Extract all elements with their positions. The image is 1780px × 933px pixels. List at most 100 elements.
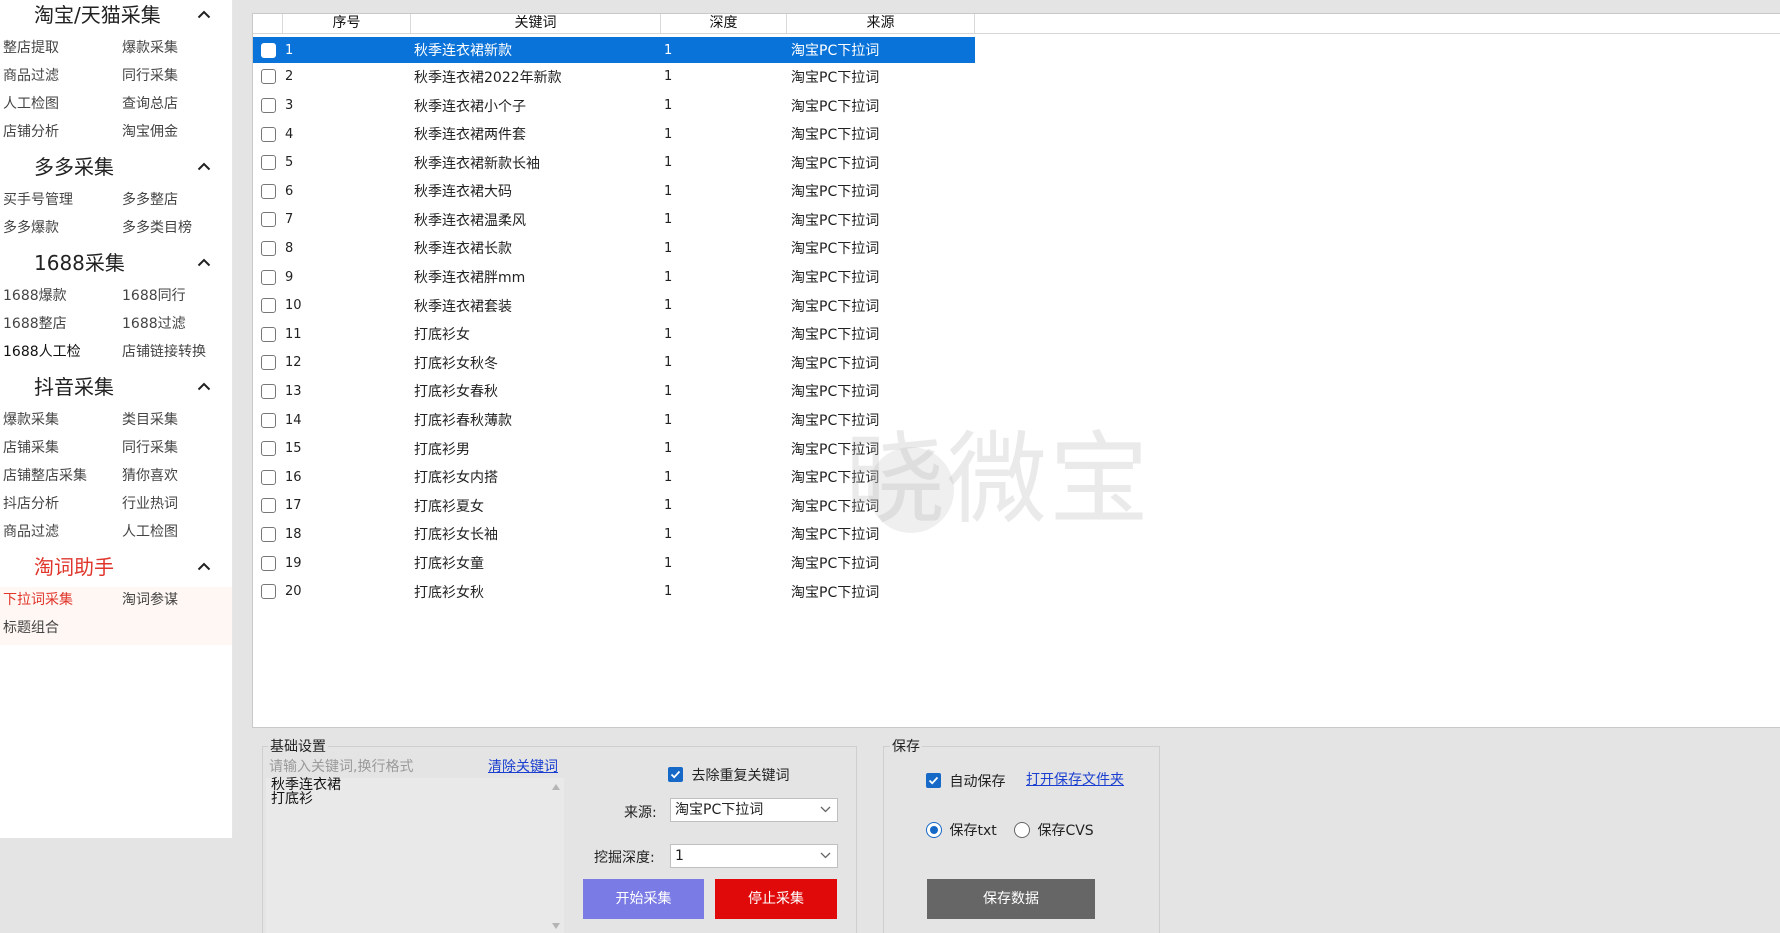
keyword-scrollbar[interactable] xyxy=(549,780,563,933)
table-row[interactable]: 19 打底衫女童 1 淘宝PC下拉词 xyxy=(253,549,975,578)
source-select[interactable]: 淘宝PC下拉词 xyxy=(670,798,838,822)
table-row[interactable]: 18 打底衫女长袖 1 淘宝PC下拉词 xyxy=(253,520,975,549)
table-row[interactable]: 20 打底衫女秋 1 淘宝PC下拉词 xyxy=(253,577,975,606)
table-row[interactable]: 15 打底衫男 1 淘宝PC下拉词 xyxy=(253,434,975,463)
header-keyword[interactable]: 关键词 xyxy=(411,14,661,34)
sidebar-item[interactable]: 多多整店 xyxy=(119,187,233,215)
sidebar-item[interactable]: 人工检图 xyxy=(119,519,233,547)
table-row[interactable]: 9 秋季连衣裙胖mm 1 淘宝PC下拉词 xyxy=(253,263,975,292)
sidebar-item[interactable]: 商品过滤 xyxy=(0,63,119,91)
clear-keywords-link[interactable]: 清除关键词 xyxy=(488,756,558,776)
row-checkbox[interactable] xyxy=(260,42,276,58)
row-checkbox[interactable] xyxy=(260,555,276,571)
header-source[interactable]: 来源 xyxy=(787,14,975,34)
sidebar-item[interactable]: 抖店分析 xyxy=(0,491,119,519)
chevron-up-icon[interactable] xyxy=(194,4,214,24)
sidebar-item[interactable]: 下拉词采集 xyxy=(0,587,119,615)
sidebar-item[interactable]: 爆款采集 xyxy=(119,35,233,63)
sidebar-item[interactable]: 同行采集 xyxy=(119,63,233,91)
chevron-up-icon[interactable] xyxy=(194,156,214,176)
sidebar-item[interactable]: 同行采集 xyxy=(119,435,233,463)
sidebar-item[interactable]: 多多爆款 xyxy=(0,215,119,243)
table-row[interactable]: 11 打底衫女 1 淘宝PC下拉词 xyxy=(253,320,975,349)
sidebar-section-header[interactable]: 抖音采集 xyxy=(0,369,232,407)
sidebar-item[interactable]: 标题组合 xyxy=(0,615,119,643)
table-row[interactable]: 8 秋季连衣裙长款 1 淘宝PC下拉词 xyxy=(253,234,975,263)
row-checkbox[interactable] xyxy=(260,69,276,85)
row-checkbox[interactable] xyxy=(260,412,276,428)
sidebar-item[interactable]: 店铺整店采集 xyxy=(0,463,119,491)
table-row[interactable]: 14 打底衫春秋薄款 1 淘宝PC下拉词 xyxy=(253,406,975,435)
save-csv-radio[interactable] xyxy=(1014,822,1030,838)
open-save-folder-link[interactable]: 打开保存文件夹 xyxy=(1026,769,1124,789)
sidebar-section-header[interactable]: 1688采集 xyxy=(0,245,232,283)
table-row[interactable]: 1 秋季连衣裙新款 1 淘宝PC下拉词 xyxy=(253,37,975,63)
row-checkbox[interactable] xyxy=(260,584,276,600)
row-checkbox[interactable] xyxy=(260,240,276,256)
row-checkbox[interactable] xyxy=(260,212,276,228)
sidebar-item[interactable]: 店铺采集 xyxy=(0,435,119,463)
save-data-button[interactable]: 保存数据 xyxy=(927,879,1095,919)
sidebar-item[interactable]: 店铺分析 xyxy=(0,119,119,147)
sidebar-section-header[interactable]: 淘词助手 xyxy=(0,549,232,587)
save-txt-option[interactable]: 保存txt xyxy=(926,820,997,840)
sidebar-item[interactable]: 1688爆款 xyxy=(0,283,119,311)
row-checkbox[interactable] xyxy=(260,183,276,199)
sidebar-item[interactable]: 爆款采集 xyxy=(0,407,119,435)
table-row[interactable]: 3 秋季连衣裙小个子 1 淘宝PC下拉词 xyxy=(253,91,975,120)
sidebar-item[interactable]: 人工检图 xyxy=(0,91,119,119)
row-checkbox[interactable] xyxy=(260,269,276,285)
row-checkbox[interactable] xyxy=(260,326,276,342)
sidebar-item[interactable]: 1688过滤 xyxy=(119,311,233,339)
sidebar-item[interactable]: 查询总店 xyxy=(119,91,233,119)
chevron-up-icon[interactable] xyxy=(194,556,214,576)
stop-collect-button[interactable]: 停止采集 xyxy=(715,879,837,919)
table-row[interactable]: 13 打底衫女春秋 1 淘宝PC下拉词 xyxy=(253,377,975,406)
row-checkbox[interactable] xyxy=(260,298,276,314)
header-depth[interactable]: 深度 xyxy=(661,14,787,34)
row-checkbox[interactable] xyxy=(260,355,276,371)
sidebar-item[interactable]: 多多类目榜 xyxy=(119,215,233,243)
sidebar-section-header[interactable]: 淘宝/天猫采集 xyxy=(0,0,232,35)
save-csv-option[interactable]: 保存CVS xyxy=(1014,820,1094,840)
sidebar-item[interactable]: 猜你喜欢 xyxy=(119,463,233,491)
sidebar-item[interactable]: 淘宝佣金 xyxy=(119,119,233,147)
save-txt-radio[interactable] xyxy=(926,822,942,838)
dedupe-option[interactable]: 去除重复关键词 xyxy=(668,765,789,785)
table-row[interactable]: 12 打底衫女秋冬 1 淘宝PC下拉词 xyxy=(253,349,975,378)
chevron-up-icon[interactable] xyxy=(194,252,214,272)
sidebar-item[interactable]: 店铺链接转换 xyxy=(119,339,233,367)
sidebar-item[interactable]: 1688同行 xyxy=(119,283,233,311)
table-row[interactable]: 10 秋季连衣裙套装 1 淘宝PC下拉词 xyxy=(253,291,975,320)
table-row[interactable]: 6 秋季连衣裙大码 1 淘宝PC下拉词 xyxy=(253,177,975,206)
sidebar-item[interactable]: 淘词参谋 xyxy=(119,587,233,615)
row-checkbox[interactable] xyxy=(260,98,276,113)
sidebar-item[interactable]: 类目采集 xyxy=(119,407,233,435)
keyword-input[interactable]: 秋季连衣裙 打底衫 xyxy=(266,778,564,933)
header-no[interactable]: 序号 xyxy=(283,14,411,34)
sidebar-item[interactable]: 买手号管理 xyxy=(0,187,119,215)
table-row[interactable]: 5 秋季连衣裙新款长袖 1 淘宝PC下拉词 xyxy=(253,148,975,177)
row-checkbox[interactable] xyxy=(260,498,276,514)
table-row[interactable]: 2 秋季连衣裙2022年新款 1 淘宝PC下拉词 xyxy=(253,63,975,92)
row-checkbox[interactable] xyxy=(260,155,276,171)
row-checkbox[interactable] xyxy=(260,126,276,142)
row-checkbox[interactable] xyxy=(260,441,276,457)
table-row[interactable]: 4 秋季连衣裙两件套 1 淘宝PC下拉词 xyxy=(253,120,975,149)
sidebar-item[interactable]: 1688整店 xyxy=(0,311,119,339)
row-checkbox[interactable] xyxy=(260,526,276,542)
table-row[interactable]: 16 打底衫女内搭 1 淘宝PC下拉词 xyxy=(253,463,975,492)
sidebar-section-header[interactable]: 多多采集 xyxy=(0,149,232,187)
sidebar-item[interactable]: 1688人工检 xyxy=(0,339,119,367)
chevron-up-icon[interactable] xyxy=(194,376,214,396)
start-collect-button[interactable]: 开始采集 xyxy=(583,879,704,919)
auto-save-checkbox[interactable] xyxy=(926,773,941,788)
table-row[interactable]: 7 秋季连衣裙温柔风 1 淘宝PC下拉词 xyxy=(253,206,975,235)
auto-save-option[interactable]: 自动保存 xyxy=(926,771,1005,791)
sidebar-item[interactable]: 行业热词 xyxy=(119,491,233,519)
table-row[interactable]: 17 打底衫夏女 1 淘宝PC下拉词 xyxy=(253,492,975,521)
sidebar-item[interactable]: 商品过滤 xyxy=(0,519,119,547)
row-checkbox[interactable] xyxy=(260,383,276,399)
row-checkbox[interactable] xyxy=(260,469,276,485)
depth-select[interactable]: 1 xyxy=(670,844,838,868)
